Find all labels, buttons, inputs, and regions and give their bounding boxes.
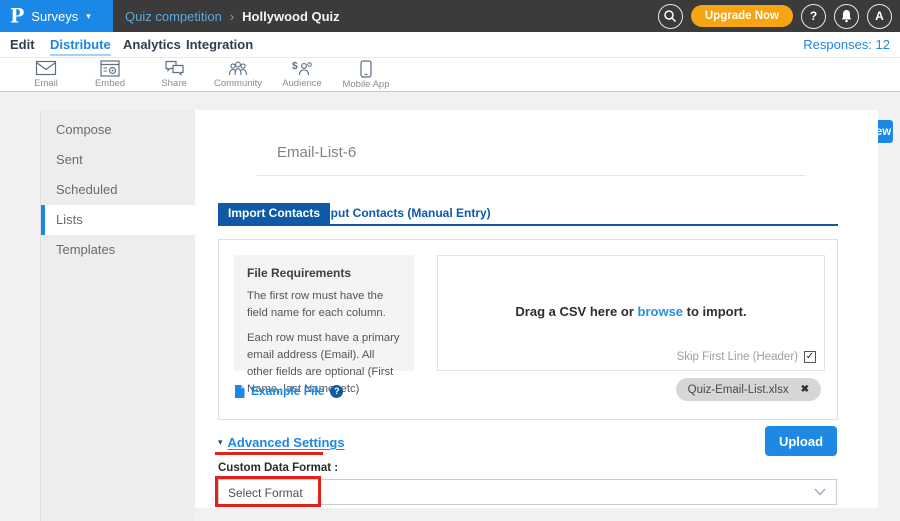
custom-format-select[interactable]: Select Format xyxy=(218,479,837,505)
channel-label: Embed xyxy=(95,78,125,89)
breadcrumb-separator-icon: › xyxy=(230,9,234,24)
account-avatar[interactable]: A xyxy=(867,4,892,29)
uploaded-file-name: Quiz-Email-List.xlsx xyxy=(688,384,789,396)
channel-label: Community xyxy=(214,78,262,89)
channel-email[interactable]: Email xyxy=(14,60,78,89)
sidebar-item-scheduled[interactable]: Scheduled xyxy=(41,175,195,205)
file-icon xyxy=(234,385,245,398)
channel-embed[interactable]: Embed xyxy=(78,60,142,89)
tab-input-contacts-manual[interactable]: Input Contacts (Manual Entry) xyxy=(312,203,499,224)
surveys-product-menu[interactable]: P Surveys ▾ xyxy=(0,0,113,32)
sidebar-item-templates[interactable]: Templates xyxy=(41,235,195,265)
channel-mobile-app[interactable]: Mobile App xyxy=(334,60,398,90)
tab-integration[interactable]: Integration xyxy=(186,37,253,52)
import-contacts-container: File Requirements The first row must hav… xyxy=(218,239,838,420)
search-button[interactable] xyxy=(658,4,683,29)
chevron-down-icon: ▾ xyxy=(86,11,91,22)
breadcrumb-folder[interactable]: Quiz competition xyxy=(125,9,222,24)
community-icon xyxy=(227,60,249,77)
example-file-link[interactable]: Example File xyxy=(251,384,324,398)
embed-icon xyxy=(100,60,120,77)
email-sidebar: Compose Sent Scheduled Lists Templates xyxy=(40,110,195,521)
csv-dropzone[interactable]: Drag a CSV here or browse to import. Ski… xyxy=(437,255,825,371)
help-button[interactable]: ? xyxy=(801,4,826,29)
channel-audience[interactable]: $ Audience xyxy=(270,60,334,89)
advanced-settings-label: Advanced Settings xyxy=(228,435,345,450)
dropzone-text: Drag a CSV here or browse to import. xyxy=(438,304,824,319)
custom-data-format-label: Custom Data Format : xyxy=(218,462,338,474)
channel-community[interactable]: Community xyxy=(206,60,270,89)
channel-label: Audience xyxy=(282,78,322,89)
channel-label: Email xyxy=(34,78,58,89)
question-mark-icon: ? xyxy=(810,9,817,23)
lists-panel: Email-List-6 Import Contacts Input Conta… xyxy=(195,110,878,508)
channel-label: Share xyxy=(161,78,186,89)
skip-first-line-row: Skip First Line (Header) ✓ xyxy=(677,351,816,363)
dropzone-text-after: to import. xyxy=(683,304,747,319)
email-icon xyxy=(35,60,57,77)
channel-share[interactable]: Share xyxy=(142,60,206,89)
upload-button[interactable]: Upload xyxy=(765,426,837,456)
file-requirements-box: File Requirements The first row must hav… xyxy=(234,255,414,371)
upgrade-now-button[interactable]: Upgrade Now xyxy=(691,5,793,27)
avatar-letter: A xyxy=(875,9,884,23)
dropzone-text-before: Drag a CSV here or xyxy=(515,304,637,319)
select-format-value: Select Format xyxy=(228,480,303,506)
sidebar-item-lists[interactable]: Lists xyxy=(41,205,195,235)
email-list-title[interactable]: Email-List-6 xyxy=(257,136,805,176)
tab-analytics[interactable]: Analytics xyxy=(123,37,181,52)
audience-icon: $ xyxy=(291,60,313,77)
caret-down-icon: ▾ xyxy=(218,437,223,448)
chevron-down-icon xyxy=(814,488,826,496)
sidebar-item-compose[interactable]: Compose xyxy=(41,115,195,145)
responses-count[interactable]: Responses: 12 xyxy=(803,37,890,52)
tabs-underline xyxy=(218,224,838,226)
questionpro-logo-icon: P xyxy=(10,4,24,27)
help-icon[interactable]: ? xyxy=(330,385,343,398)
breadcrumb: Quiz competition › Hollywood Quiz xyxy=(125,9,340,24)
channel-label: Mobile App xyxy=(342,79,389,90)
tab-edit[interactable]: Edit xyxy=(10,37,35,52)
share-icon xyxy=(164,60,185,77)
tab-distribute[interactable]: Distribute xyxy=(50,37,111,56)
skip-first-line-checkbox[interactable]: ✓ xyxy=(804,351,816,363)
browse-link[interactable]: browse xyxy=(638,304,684,319)
bell-icon xyxy=(840,9,853,23)
channel-list: Email Embed Share xyxy=(0,58,900,91)
top-bar: P Surveys ▾ Quiz competition › Hollywood… xyxy=(0,0,900,32)
file-requirements-title: File Requirements xyxy=(247,266,401,280)
uploaded-file-chip: Quiz-Email-List.xlsx ✖ xyxy=(676,378,821,401)
sidebar-item-sent[interactable]: Sent xyxy=(41,145,195,175)
remove-file-icon[interactable]: ✖ xyxy=(801,384,809,395)
example-file-row: Example File ? xyxy=(234,384,343,398)
notifications-button[interactable] xyxy=(834,4,859,29)
advanced-settings-toggle[interactable]: ▾ Advanced Settings xyxy=(218,435,345,450)
search-icon xyxy=(663,9,677,23)
mobile-app-icon xyxy=(360,60,372,78)
distribute-toolbar: Email Embed Share xyxy=(0,57,900,92)
topbar-actions: Upgrade Now ? A xyxy=(658,0,892,32)
skip-first-line-label: Skip First Line (Header) xyxy=(677,351,798,363)
file-requirements-line1: The first row must have the field name f… xyxy=(247,288,401,322)
product-menu-label: Surveys xyxy=(31,9,78,24)
breadcrumb-survey-name[interactable]: Hollywood Quiz xyxy=(242,9,340,24)
annotation-red-underline xyxy=(215,452,323,455)
svg-text:$: $ xyxy=(292,61,298,72)
survey-nav: Edit Distribute Analytics Integration Re… xyxy=(0,32,900,57)
